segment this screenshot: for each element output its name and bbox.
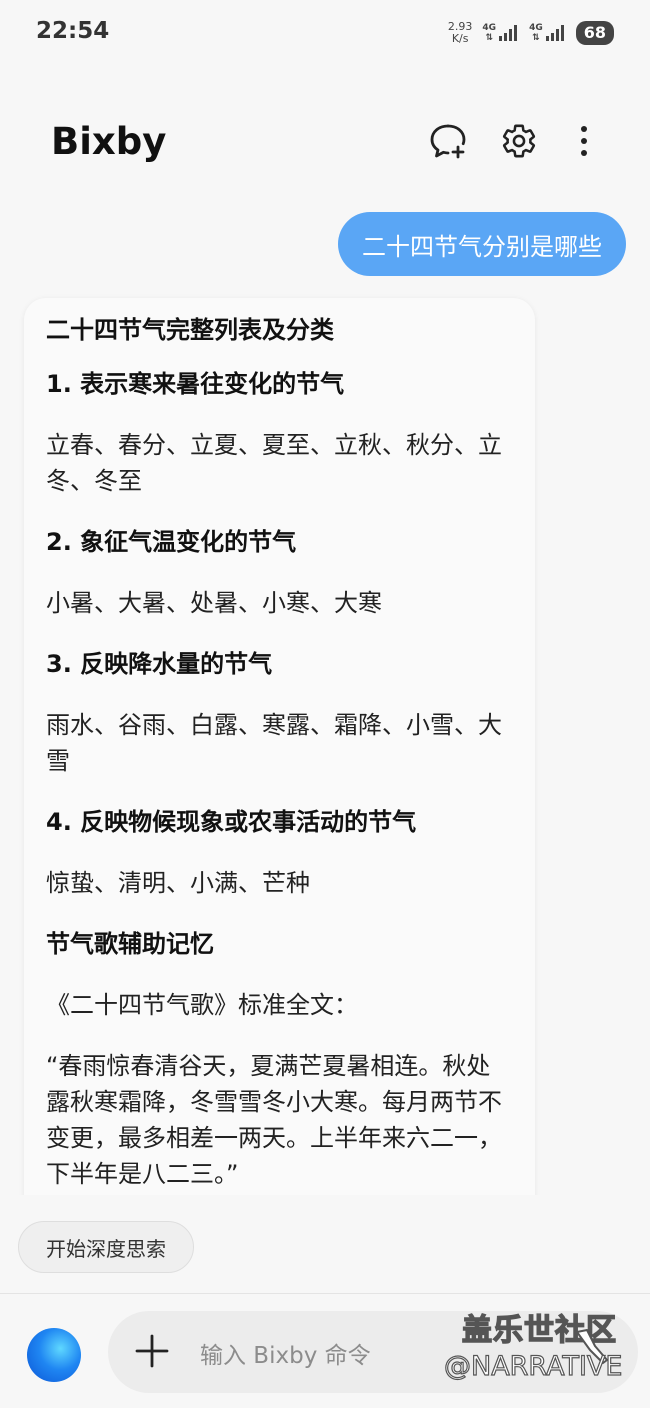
deep-think-button[interactable]: 开始深度思索 (18, 1221, 194, 1273)
sim2-signal: 4G ⇅ (529, 23, 566, 43)
settings-button[interactable] (497, 119, 541, 163)
bixby-screen: 22:54 2.93 K/s 4G ⇅ 4G ⇅ 68 Bixby 二十四节气分… (0, 0, 650, 1408)
watermark-author: @NARRATIVE (443, 1350, 623, 1382)
user-message-bubble: 二十四节气分别是哪些 (338, 212, 626, 276)
chat-area[interactable]: 二十四节气分别是哪些 二十四节气完整列表及分类 1. 表示寒来暑往变化的节气 立… (0, 195, 650, 1195)
network-speed: 2.93 K/s (448, 21, 473, 45)
sim2-network-type: 4G ⇅ (529, 23, 543, 43)
battery-indicator: 68 (575, 21, 614, 45)
reply-song-intro: 《二十四节气歌》标准全文： (46, 991, 358, 1019)
network-speed-unit: K/s (451, 32, 469, 45)
status-time: 22:54 (36, 18, 110, 44)
new-chat-icon (430, 124, 466, 159)
assistant-reply-card: 二十四节气完整列表及分类 1. 表示寒来暑往变化的节气 立春、春分、立夏、夏至、… (24, 298, 535, 1195)
plus-icon[interactable] (134, 1333, 170, 1369)
sim1-type-label: 4G (482, 23, 497, 33)
app-title: Bixby (51, 120, 167, 163)
reply-section-body: 立春、春分、立夏、夏至、立秋、秋分、立冬、冬至 (46, 431, 502, 495)
reply-title: 二十四节气完整列表及分类 (46, 316, 334, 344)
sim1-signal: 4G ⇅ (482, 23, 519, 43)
more-options-button[interactable] (562, 119, 606, 163)
reply-section-body: 小暑、大暑、处暑、小寒、大寒 (46, 589, 382, 617)
reply-section-heading: 3. 反映降水量的节气 (46, 650, 273, 678)
gear-icon (502, 124, 536, 158)
data-arrows-icon: ⇅ (532, 33, 540, 43)
signal-bars-icon (545, 25, 564, 41)
data-arrows-icon: ⇅ (485, 33, 494, 43)
sim2-type-label: 4G (529, 23, 543, 33)
reply-section-heading: 4. 反映物候现象或农事活动的节气 (46, 808, 417, 836)
new-chat-button[interactable] (426, 119, 470, 163)
reply-section-body: 雨水、谷雨、白露、寒露、霜降、小雪、大雪 (46, 711, 502, 775)
reply-section-body: 惊蛰、清明、小满、芒种 (46, 869, 310, 897)
bixby-voice-button[interactable] (27, 1328, 81, 1382)
reply-section-heading: 2. 象征气温变化的节气 (46, 528, 297, 556)
status-bar: 22:54 2.93 K/s 4G ⇅ 4G ⇅ 68 (0, 0, 650, 66)
signal-bars-icon (499, 25, 518, 41)
sim1-network-type: 4G ⇅ (482, 23, 496, 43)
reply-song-text: “春雨惊春清谷天，夏满芒夏暑相连。秋处露秋寒霜降，冬雪雪冬小大寒。每月两节不变更… (46, 1052, 502, 1188)
status-indicators: 2.93 K/s 4G ⇅ 4G ⇅ 68 (448, 18, 614, 48)
reply-section-heading: 节气歌辅助记忆 (46, 930, 214, 958)
reply-section-heading: 1. 表示寒来暑往变化的节气 (46, 370, 345, 398)
more-vertical-icon (581, 126, 587, 156)
command-input-placeholder: 输入 Bixby 命令 (200, 1343, 371, 1369)
